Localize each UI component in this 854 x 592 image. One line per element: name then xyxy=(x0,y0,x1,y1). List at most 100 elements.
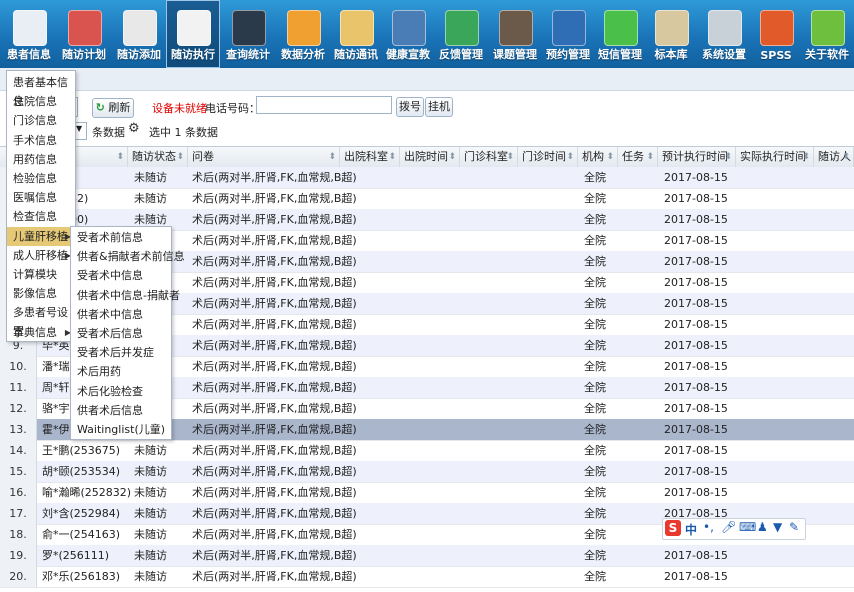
submenu-item[interactable]: 术后化验检查 xyxy=(71,382,171,401)
header-col-1[interactable]: 问卷 ⬍ xyxy=(188,147,340,167)
grid-header: ⬍ 随访状态 ⬍ 问卷 ⬍ 出院科室 ⬍ 出院时间 ⬍ 门诊科室 ⬍ 门诊时间 ⬍ 机构 ⬍ 任务 ⬍ 预计执行时… xyxy=(0,146,854,168)
questionnaire-cell: 术后(两对半,肝肾,FK,血常规,B超) xyxy=(192,528,357,541)
header-col-8[interactable]: 预计执行时间 ⬍ xyxy=(658,147,736,167)
header-col-3[interactable]: 出院时间 ⬍ xyxy=(400,147,460,167)
sort-icon: ⬍ xyxy=(176,152,184,162)
sidemenu-item[interactable]: 多患者号设置 xyxy=(7,303,75,338)
submenu-item[interactable]: 受者术中信息 xyxy=(71,266,171,285)
sidemenu-item[interactable]: 医嘱信息 xyxy=(7,188,75,207)
header-col-5[interactable]: 门诊时间 ⬍ xyxy=(518,147,578,167)
sidemenu-item[interactable]: 影像信息 xyxy=(7,284,75,303)
planned-time-cell: 2017-08-15 xyxy=(664,276,728,289)
toolbar-item-8[interactable]: 反馈管理 xyxy=(434,0,488,68)
table-row[interactable]: 16. 喻*瀚晞(252832) 未随访 术后(两对半,肝肾,FK,血常规,B超) 全院… xyxy=(0,482,854,504)
sidemenu-item[interactable]: 成人肝移植 ▶ xyxy=(7,246,75,265)
status-cell: 未随访 xyxy=(134,192,167,205)
ime-mode-label[interactable]: 中 xyxy=(685,521,697,538)
sidemenu-item[interactable]: 字典信息 ▶ xyxy=(7,323,75,342)
header-col-7[interactable]: 任务 ⬍ xyxy=(618,147,658,167)
submenu-item[interactable]: 受者术前信息 xyxy=(71,228,171,247)
sidemenu-item[interactable]: 检查信息 xyxy=(7,207,75,226)
table-row[interactable]: 20. 邓*乐(256183) 未随访 术后(两对半,肝肾,FK,血常规,B超) 全院 2… xyxy=(0,566,854,588)
org-cell: 全院 xyxy=(584,192,606,205)
questionnaire-cell: 术后(两对半,肝肾,FK,血常规,B超) xyxy=(192,465,357,478)
toolbar-item-0[interactable]: 患者信息 xyxy=(2,0,56,68)
feedback-icon xyxy=(445,10,479,46)
toolbar-item-7[interactable]: 健康宣教 xyxy=(382,0,434,68)
submenu-item[interactable]: 受者术后信息 xyxy=(71,324,171,343)
books-icon xyxy=(499,10,533,46)
toolbar-item-label: 课题管理 xyxy=(493,48,537,61)
toolbar-item-4[interactable]: 查询统计 xyxy=(220,0,276,68)
sidemenu-item-label: 字典信息 xyxy=(13,325,57,339)
submenu-item[interactable]: 术后用药 xyxy=(71,362,171,381)
gear-icon[interactable]: ⚙ xyxy=(128,121,140,136)
toolbar-item-12[interactable]: 标本库 xyxy=(646,0,696,68)
skin-shirt-icon[interactable]: ▼ xyxy=(773,520,782,534)
sidemenu-item[interactable]: 计算模块 xyxy=(7,265,75,284)
sidemenu-item[interactable]: 检验信息 xyxy=(7,169,75,188)
header-col-2[interactable]: 出院科室 ⬍ xyxy=(340,147,400,167)
toolbar-item-6[interactable]: 随访通讯 xyxy=(330,0,382,68)
toolbar-item-15[interactable]: 关于软件 xyxy=(800,0,854,68)
header-col-10[interactable]: 随访人 ⬍ xyxy=(814,147,854,167)
microphone-icon[interactable]: 🎤︎ xyxy=(721,520,736,534)
keyboard-icon[interactable]: ⌨ xyxy=(739,520,756,534)
wrench-icon[interactable]: ✎ xyxy=(789,520,799,534)
sidemenu-item[interactable]: 手术信息 xyxy=(7,131,75,150)
header-col-0[interactable]: 随访状态 ⬍ xyxy=(128,147,188,167)
toolbar-item-1[interactable]: 随访计划 xyxy=(56,0,112,68)
toolbar-item-label: 反馈管理 xyxy=(439,48,483,61)
selected-count: 选中 1 条数据 xyxy=(149,126,218,139)
table-row[interactable]: 3566)未随访术后(两对半,肝肾,FK,血常规,B超)全院2017-08-15 xyxy=(0,167,854,189)
table-row[interactable]: 253582)未随访术后(两对半,肝肾,FK,血常规,B超)全院2017-08-… xyxy=(0,188,854,210)
table-row[interactable]: 14. 王*鹏(253675) 未随访 术后(两对半,肝肾,FK,血常规,B超) 全院 2… xyxy=(0,440,854,462)
hangup-button[interactable]: 挂机 xyxy=(425,97,453,117)
table-row[interactable]: 19. 罗*(256111) 未随访 术后(两对半,肝肾,FK,血常规,B超) 全院 20… xyxy=(0,545,854,567)
toolbar-item-10[interactable]: 预约管理 xyxy=(542,0,594,68)
toolbar-item-2[interactable]: 随访添加 xyxy=(112,0,166,68)
row-number: 15. xyxy=(0,461,37,482)
submenu-item[interactable]: 受者术后并发症 xyxy=(71,343,171,362)
planned-time-cell: 2017-08-15 xyxy=(664,171,728,184)
submenu-item[interactable]: 供者术后信息 xyxy=(71,401,171,420)
sidemenu-item[interactable]: 门诊信息 xyxy=(7,111,75,130)
header-label: 出院科室 xyxy=(344,150,388,163)
org-cell: 全院 xyxy=(584,234,606,247)
dial-button[interactable]: 拨号 xyxy=(396,97,424,117)
submenu-item[interactable]: Waitinglist(儿童) xyxy=(71,420,171,439)
sort-icon: ⬍ xyxy=(328,152,336,162)
toolbar-item-5[interactable]: 数据分析 xyxy=(276,0,330,68)
table-row[interactable]: 15. 胡*颐(253534) 未随访 术后(两对半,肝肾,FK,血常规,B超) 全院 2… xyxy=(0,461,854,483)
punctuation-icon[interactable]: •, xyxy=(703,520,714,534)
sidemenu-item[interactable]: 住院信息 xyxy=(7,92,75,111)
header-col-4[interactable]: 门诊科室 ⬍ xyxy=(460,147,518,167)
toolbar-item-11[interactable]: 短信管理 xyxy=(594,0,646,68)
toolbar-item-14[interactable]: SPSS xyxy=(752,0,800,68)
submenu-item[interactable]: 供者术中信息 xyxy=(71,305,171,324)
refresh-button[interactable]: ↻ 刷新 xyxy=(92,98,134,118)
questionnaire-cell: 术后(两对半,肝肾,FK,血常规,B超) xyxy=(192,171,357,184)
sidemenu-item[interactable]: 儿童肝移植 ▶ xyxy=(7,226,75,246)
header-col-6[interactable]: 机构 ⬍ xyxy=(578,147,618,167)
user-icon[interactable]: ♟ xyxy=(757,520,768,534)
submenu-item[interactable]: 供者术中信息-捐献者 xyxy=(71,286,180,305)
toolbar-item-9[interactable]: 课题管理 xyxy=(488,0,542,68)
toolbar-item-13[interactable]: 系统设置 xyxy=(696,0,752,68)
header-label: 任务 xyxy=(622,150,644,163)
status-cell: 未随访 xyxy=(134,171,167,184)
phone-input[interactable] xyxy=(256,96,392,114)
sidemenu-item[interactable]: 患者基本信息 xyxy=(7,73,75,108)
sidemenu-item-label: 医嘱信息 xyxy=(13,191,57,205)
org-cell: 全院 xyxy=(584,171,606,184)
toolbar-item-label: 健康宣教 xyxy=(386,48,430,61)
toolbar-item-label: 查询统计 xyxy=(226,48,270,61)
org-cell: 全院 xyxy=(584,213,606,226)
sidemenu-item-label: 门诊信息 xyxy=(13,114,57,128)
ime-toolbar: S 中 •, 🎤︎ ⌨ ♟ ▼ ✎ xyxy=(662,518,806,540)
submenu-item[interactable]: 供者&捐献者术前信息 xyxy=(71,247,185,266)
toolbar-item-3[interactable]: 随访执行 xyxy=(166,0,220,68)
planned-time-cell: 2017-08-15 xyxy=(664,234,728,247)
header-col-9[interactable]: 实际执行时间 ⬍ xyxy=(736,147,814,167)
sidemenu-item[interactable]: 用药信息 xyxy=(7,150,75,169)
